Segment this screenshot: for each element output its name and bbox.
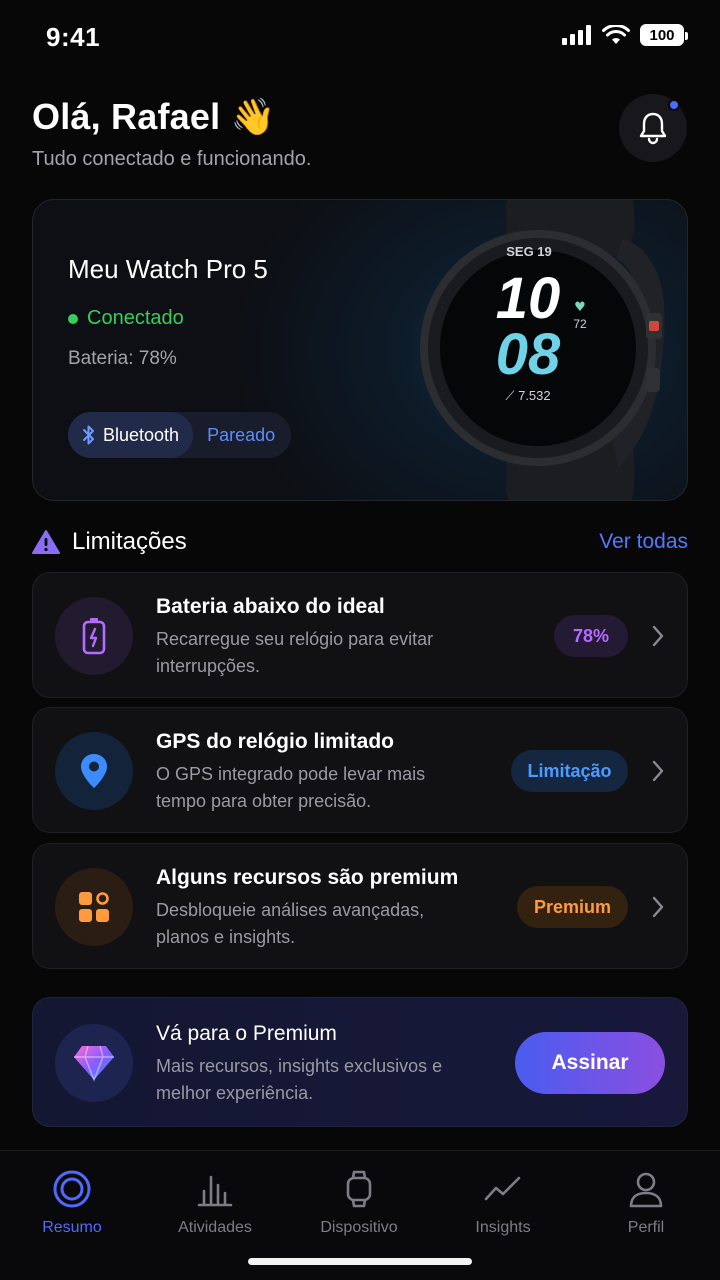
chevron-right-icon [652, 625, 664, 647]
bluetooth-pill[interactable]: Bluetooth Pareado [68, 412, 292, 458]
bell-icon [639, 112, 667, 145]
limitation-card-gps[interactable]: GPS do relógio limitado O GPS integrado … [32, 707, 688, 833]
limitation-card-premium[interactable]: Alguns recursos são premium Desbloqueie … [32, 843, 688, 969]
notification-dot [668, 99, 680, 111]
cellular-signal-icon [562, 25, 591, 45]
watch-image: SEG 19 10 08 ♥ 72 ⟋ 7.532 [420, 200, 665, 500]
bluetooth-icon [83, 425, 94, 445]
chevron-right-icon [652, 896, 664, 918]
home-indicator[interactable] [248, 1258, 472, 1265]
apps-grid-icon [55, 868, 133, 946]
greeting-subtitle: Tudo conectado e funcionando. [32, 148, 312, 170]
see-all-link[interactable]: Ver todas [599, 530, 688, 554]
summary-ring-icon [53, 1170, 91, 1208]
tab-dispositivo[interactable]: Dispositivo [299, 1169, 419, 1237]
battery-indicator: 100 [640, 24, 688, 46]
status-time: 9:41 [46, 22, 101, 52]
tab-atividades[interactable]: Atividades [155, 1169, 275, 1237]
connection-status: Conectado [68, 307, 184, 330]
limitation-title: Bateria abaixo do ideal [156, 595, 385, 618]
battery-badge: 78% [554, 615, 628, 657]
trend-line-icon [484, 1176, 521, 1201]
device-card[interactable]: Meu Watch Pro 5 Conectado Bateria: 78% B… [32, 199, 688, 501]
connected-dot-icon [68, 313, 78, 324]
status-bar: 9:41 100 [0, 0, 720, 72]
watch-steps: ⟋ 7.532 [505, 388, 550, 403]
limitation-title: Alguns recursos são premium [156, 866, 459, 889]
subscribe-button[interactable]: Assinar [515, 1032, 665, 1094]
greeting-title: Olá, Rafael 👋 [32, 96, 276, 137]
tab-label: Insights [475, 1219, 531, 1236]
warning-icon [32, 530, 60, 554]
limitation-badge: Limitação [511, 750, 628, 792]
watch-heart-icon: ♥ [574, 300, 586, 315]
paired-label: Pareado [207, 424, 276, 445]
premium-desc: Mais recursos, insights exclusivos e mel… [156, 1056, 443, 1103]
watch-date: SEG 19 [506, 244, 552, 259]
location-pin-icon [55, 732, 133, 810]
limitation-card-battery[interactable]: Bateria abaixo do ideal Recarregue seu r… [32, 572, 688, 698]
tab-label: Perfil [627, 1219, 665, 1236]
device-name: Meu Watch Pro 5 [68, 254, 268, 284]
premium-title: Vá para o Premium [156, 1022, 337, 1045]
tab-label: Dispositivo [320, 1219, 398, 1236]
tab-perfil[interactable]: Perfil [586, 1169, 706, 1237]
diamond-icon [55, 1024, 133, 1102]
device-battery: Bateria: 78% [68, 348, 177, 369]
wifi-icon [602, 25, 630, 44]
watch-minute: 08 [496, 322, 561, 387]
bluetooth-label: Bluetooth [103, 424, 180, 445]
limitation-title: GPS do relógio limitado [156, 730, 395, 753]
tab-resumo[interactable]: Resumo [12, 1169, 132, 1237]
watch-icon [346, 1170, 372, 1208]
chevron-right-icon [652, 760, 664, 782]
profile-icon [629, 1172, 663, 1208]
limitation-desc: Desbloqueie análises avançadas, planos e… [156, 900, 425, 947]
limitations-title: Limitações [72, 528, 187, 555]
battery-icon [55, 597, 133, 675]
tab-label: Atividades [178, 1219, 252, 1236]
greeting-block: Olá, Rafael 👋 Tudo conectado e funcionan… [32, 96, 311, 171]
limitations-header: Limitações Ver todas [32, 524, 688, 560]
notifications-button[interactable] [619, 94, 687, 162]
premium-banner[interactable]: Vá para o Premium Mais recursos, insight… [32, 997, 688, 1127]
activity-bars-icon [197, 1175, 233, 1207]
premium-badge: Premium [517, 886, 628, 928]
tab-label: Resumo [42, 1219, 102, 1236]
limitation-desc: Recarregue seu relógio para evitar inter… [156, 629, 434, 676]
tab-insights[interactable]: Insights [443, 1169, 563, 1237]
watch-heart-rate: 72 [573, 317, 587, 331]
limitation-desc: O GPS integrado pode levar mais tempo pa… [156, 764, 426, 811]
connection-status-label: Conectado [87, 307, 184, 329]
